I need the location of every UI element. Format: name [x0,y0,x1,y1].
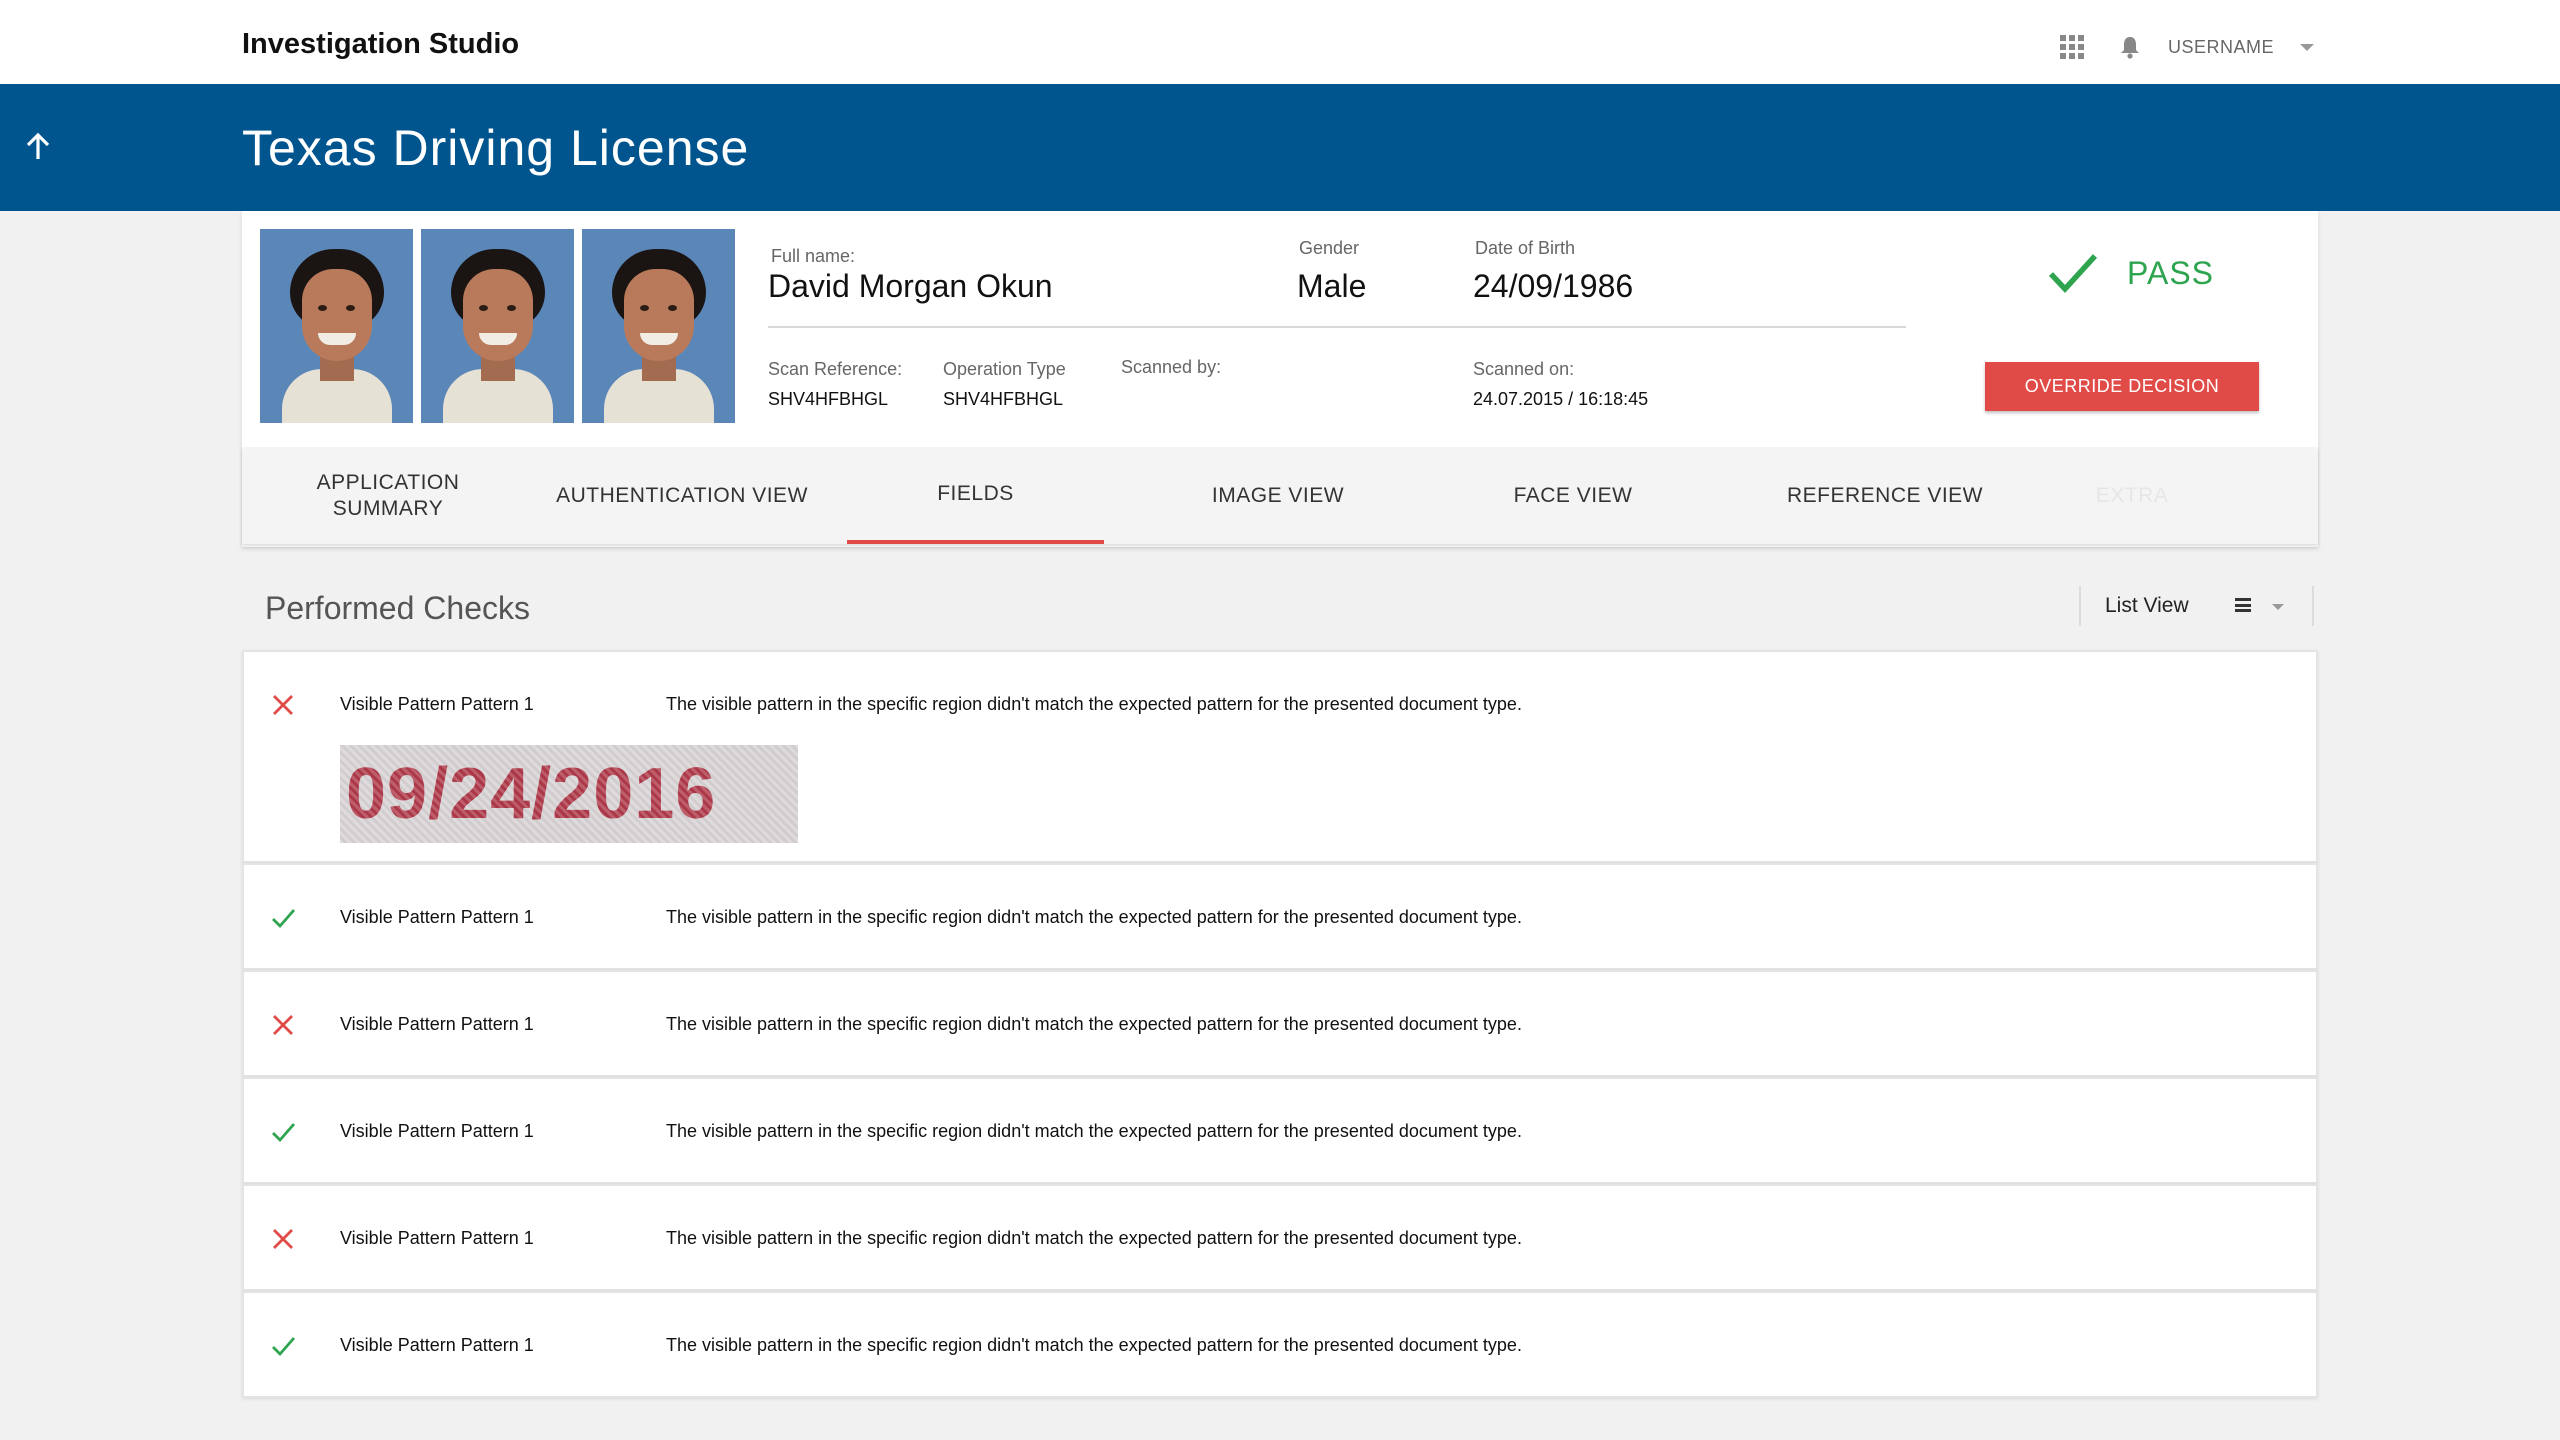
arrow-up-icon[interactable] [20,129,56,165]
list-icon [2235,598,2251,612]
top-right-controls: USERNAME [2058,30,2315,64]
gender-label: Gender [1299,238,1360,258]
scan-reference-value: SHV4HFBHGL [768,389,889,409]
page-header: Texas Driving License [0,84,2560,211]
scanned-on-value: 24.07.2015 / 16:18:45 [1473,389,1649,409]
check-name: Visible Pattern Pattern 1 [340,1228,534,1248]
cross-icon [273,1015,293,1035]
check-row[interactable]: Visible Pattern Pattern 1 The visible pa… [242,970,2318,1077]
check-row[interactable]: Visible Pattern Pattern 1 The visible pa… [242,1291,2318,1398]
check-row[interactable]: Visible Pattern Pattern 1 The visible pa… [242,863,2318,970]
portrait-photos [260,229,735,423]
check-description: The visible pattern in the specific regi… [666,1014,1522,1034]
check-icon [2048,254,2098,294]
app-title[interactable]: Investigation Studio [242,28,519,61]
tab-fields[interactable]: FIELDS [847,447,1104,544]
cross-icon [273,695,293,715]
decision-label: PASS [2127,254,2214,291]
portrait-photo[interactable] [582,229,735,423]
full-name-value: David Morgan Okun [768,268,1053,304]
tab-overflow[interactable]: EXTRA [2042,447,2222,544]
dob-value: 24/09/1986 [1473,268,1634,304]
top-bar: Investigation Studio USERNAME [0,0,2560,84]
page-title: Texas Driving License [242,120,750,176]
tab-face-view[interactable]: FACE VIEW [1457,447,1689,544]
cross-icon [273,1229,293,1249]
portrait-photo[interactable] [260,229,413,423]
checks-list: Visible Pattern Pattern 1 The visible pa… [242,650,2318,1398]
check-description: The visible pattern in the specific regi… [666,1121,1522,1141]
check-row[interactable]: Visible Pattern Pattern 1 The visible pa… [242,650,2318,863]
tab-image-view[interactable]: IMAGE VIEW [1162,447,1394,544]
portrait-photo[interactable] [421,229,574,423]
view-selector[interactable]: List View [2079,586,2314,626]
bell-icon[interactable] [2116,33,2144,61]
tab-application-summary[interactable]: APPLICATION SUMMARY [288,447,488,544]
check-description: The visible pattern in the specific regi… [666,1228,1522,1248]
check-icon [272,1123,296,1143]
check-description: The visible pattern in the specific regi… [666,1335,1522,1355]
dob-label: Date of Birth [1475,238,1576,258]
tab-reference-view[interactable]: REFERENCE VIEW [1740,447,2030,544]
divider [768,326,1906,328]
section-title: Performed Checks [265,590,530,626]
check-name: Visible Pattern Pattern 1 [340,1121,534,1141]
decision-status: PASS [2047,251,2214,295]
chevron-down-icon[interactable] [2300,43,2315,51]
operation-type-label: Operation Type [943,359,1066,379]
chevron-down-icon [2272,604,2284,610]
operation-type-value: SHV4HFBHGL [943,389,1064,409]
evidence-image[interactable]: 09/24/2016 [340,745,798,843]
evidence-text: 09/24/2016 [346,754,717,834]
check-row[interactable]: Visible Pattern Pattern 1 The visible pa… [242,1184,2318,1291]
scanned-on-label: Scanned on: [1473,359,1575,379]
check-name: Visible Pattern Pattern 1 [340,694,534,714]
check-description: The visible pattern in the specific regi… [666,694,1522,714]
scan-reference-label: Scan Reference: [768,359,903,379]
check-name: Visible Pattern Pattern 1 [340,1014,534,1034]
apps-grid-icon[interactable] [2058,33,2086,61]
scanned-by-label: Scanned by: [1121,357,1222,377]
check-icon [272,909,296,929]
view-selector-label: List View [2105,594,2189,617]
override-decision-button[interactable]: OVERRIDE DECISION [1985,362,2259,411]
check-row[interactable]: Visible Pattern Pattern 1 The visible pa… [242,1077,2318,1184]
check-name: Visible Pattern Pattern 1 [340,1335,534,1355]
check-icon [272,1337,296,1357]
check-name: Visible Pattern Pattern 1 [340,907,534,927]
tab-authentication-view[interactable]: AUTHENTICATION VIEW [532,447,832,544]
full-name-label: Full name: [771,246,856,266]
check-description: The visible pattern in the specific regi… [666,907,1522,927]
gender-value: Male [1297,268,1367,304]
username-menu[interactable]: USERNAME [2168,37,2274,58]
tab-bar: APPLICATION SUMMARY AUTHENTICATION VIEW … [242,447,2318,544]
